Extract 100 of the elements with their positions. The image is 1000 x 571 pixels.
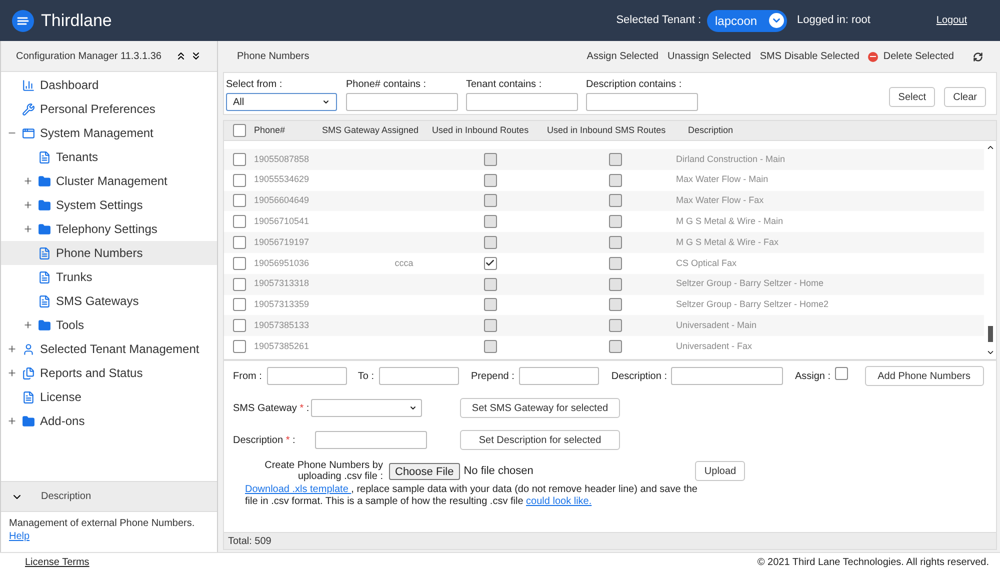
- checkbox[interactable]: [609, 152, 622, 166]
- expand-icon[interactable]: [23, 176, 33, 186]
- sample-link[interactable]: could look like.: [526, 496, 592, 507]
- tree-item[interactable]: Selected Tenant Management: [1, 337, 217, 361]
- description-field[interactable]: [670, 367, 783, 385]
- checkbox[interactable]: [232, 215, 246, 228]
- select-button[interactable]: Select: [889, 87, 936, 107]
- download-template-link[interactable]: Download .xls template: [245, 484, 352, 495]
- action-button[interactable]: SMS Disable Selected: [760, 49, 860, 64]
- expand-icon[interactable]: [7, 344, 17, 354]
- column-header[interactable]: Used in Inbound SMS Routes: [547, 124, 688, 138]
- tree-item[interactable]: Cluster Management: [1, 169, 217, 193]
- file-status: No file chosen: [464, 464, 534, 479]
- tree-item[interactable]: Personal Preferences: [1, 97, 217, 121]
- checkbox[interactable]: [484, 236, 496, 250]
- checkbox[interactable]: [609, 256, 622, 270]
- table-row[interactable]: 19057313359 Seltzer Group - Barry Seltzer - Home2: [224, 294, 984, 316]
- description-header[interactable]: Description: [1, 481, 217, 512]
- checkbox[interactable]: [484, 152, 496, 166]
- checkbox[interactable]: [232, 174, 246, 187]
- action-button[interactable]: Assign Selected: [586, 49, 658, 64]
- checkbox[interactable]: [484, 256, 496, 270]
- checkbox[interactable]: [609, 236, 622, 250]
- upload-button[interactable]: Upload: [695, 461, 746, 481]
- scroll-up-icon[interactable]: [986, 143, 994, 152]
- checkbox[interactable]: [232, 340, 246, 354]
- choose-file-button[interactable]: Choose File: [389, 462, 460, 480]
- checkbox[interactable]: [232, 256, 246, 270]
- scrollbar-thumb[interactable]: [988, 326, 992, 342]
- tree-item[interactable]: SMS Gateways: [1, 289, 217, 313]
- tree-item[interactable]: Tenants: [1, 145, 217, 169]
- to-field[interactable]: [379, 367, 460, 385]
- filter-field[interactable]: [586, 93, 698, 111]
- collapse-all-icon[interactable]: [175, 50, 187, 62]
- tree-item[interactable]: Tools: [1, 313, 217, 337]
- set-description-button[interactable]: Set Description for selected: [460, 430, 620, 450]
- field-label: Create Phone Numbers by uploading .csv file :: [264, 460, 383, 482]
- checkbox[interactable]: [609, 174, 622, 187]
- checkbox[interactable]: [232, 152, 246, 166]
- tree-item[interactable]: System Settings: [1, 193, 217, 217]
- help-link[interactable]: Help: [9, 531, 30, 542]
- checkbox[interactable]: [484, 319, 496, 332]
- add-phone-numbers-button[interactable]: Add Phone Numbers: [864, 366, 984, 386]
- checkbox[interactable]: [609, 194, 622, 208]
- tree-item[interactable]: System Management: [1, 121, 217, 145]
- tree-item[interactable]: Add-ons: [1, 409, 217, 433]
- checkbox[interactable]: [484, 278, 496, 291]
- select-from-dropdown[interactable]: All: [226, 93, 337, 111]
- expand-all-icon[interactable]: [190, 50, 202, 62]
- sms-gateway-dropdown[interactable]: [311, 399, 422, 417]
- checkbox[interactable]: [609, 278, 622, 291]
- tree-item[interactable]: License: [1, 385, 217, 409]
- checkbox[interactable]: [484, 340, 496, 354]
- checkbox[interactable]: [834, 367, 848, 380]
- checkbox[interactable]: [232, 124, 246, 137]
- checkbox[interactable]: [484, 174, 496, 187]
- prepend-field[interactable]: [519, 367, 600, 385]
- license-terms-link[interactable]: License Terms: [25, 554, 90, 570]
- folder-icon: [38, 318, 51, 332]
- checkbox[interactable]: [232, 298, 246, 312]
- refresh-icon[interactable]: [973, 52, 983, 62]
- column-header[interactable]: Phone#: [254, 124, 322, 138]
- document-icon: [38, 270, 51, 284]
- checkbox[interactable]: [609, 319, 622, 332]
- description-field[interactable]: [315, 431, 427, 449]
- checkbox[interactable]: [232, 319, 246, 332]
- scroll-down-icon[interactable]: [986, 348, 994, 357]
- action-button[interactable]: Unassign Selected: [668, 49, 751, 64]
- logout-link[interactable]: Logout: [936, 13, 967, 28]
- from-field[interactable]: [266, 367, 347, 385]
- tree-item[interactable]: Trunks: [1, 265, 217, 289]
- column-header[interactable]: SMS Gateway Assigned: [322, 124, 432, 138]
- checkbox[interactable]: [232, 236, 246, 250]
- clear-button[interactable]: Clear: [944, 87, 986, 107]
- tree-item[interactable]: Telephony Settings: [1, 217, 217, 241]
- set-gateway-button[interactable]: Set SMS Gateway for selected: [460, 398, 620, 418]
- delete-selected-button[interactable]: Delete Selected: [868, 49, 954, 64]
- tenant-dropdown[interactable]: lapcoon: [707, 10, 788, 32]
- checkbox[interactable]: [609, 340, 622, 354]
- column-header[interactable]: Used in Inbound Routes: [432, 124, 547, 138]
- expand-icon[interactable]: [7, 368, 17, 378]
- expand-icon[interactable]: [23, 320, 33, 330]
- checkbox[interactable]: [484, 194, 496, 208]
- checkbox[interactable]: [484, 298, 496, 312]
- checkbox[interactable]: [609, 298, 622, 312]
- checkbox[interactable]: [609, 215, 622, 228]
- expand-icon[interactable]: [23, 200, 33, 210]
- filter-field[interactable]: [466, 93, 578, 111]
- filter-field[interactable]: [346, 93, 458, 111]
- expand-icon[interactable]: [23, 224, 33, 234]
- expand-icon[interactable]: [7, 416, 17, 426]
- checkbox[interactable]: [232, 278, 246, 291]
- tree-item[interactable]: Phone Numbers: [1, 241, 217, 265]
- logo-icon: [12, 10, 34, 32]
- checkbox[interactable]: [232, 194, 246, 208]
- checkbox[interactable]: [484, 215, 496, 228]
- column-header[interactable]: Description: [688, 124, 734, 138]
- tree-item[interactable]: Reports and Status: [1, 361, 217, 385]
- tree-item[interactable]: Dashboard: [1, 73, 217, 97]
- tenant-label: Selected Tenant :: [616, 13, 702, 28]
